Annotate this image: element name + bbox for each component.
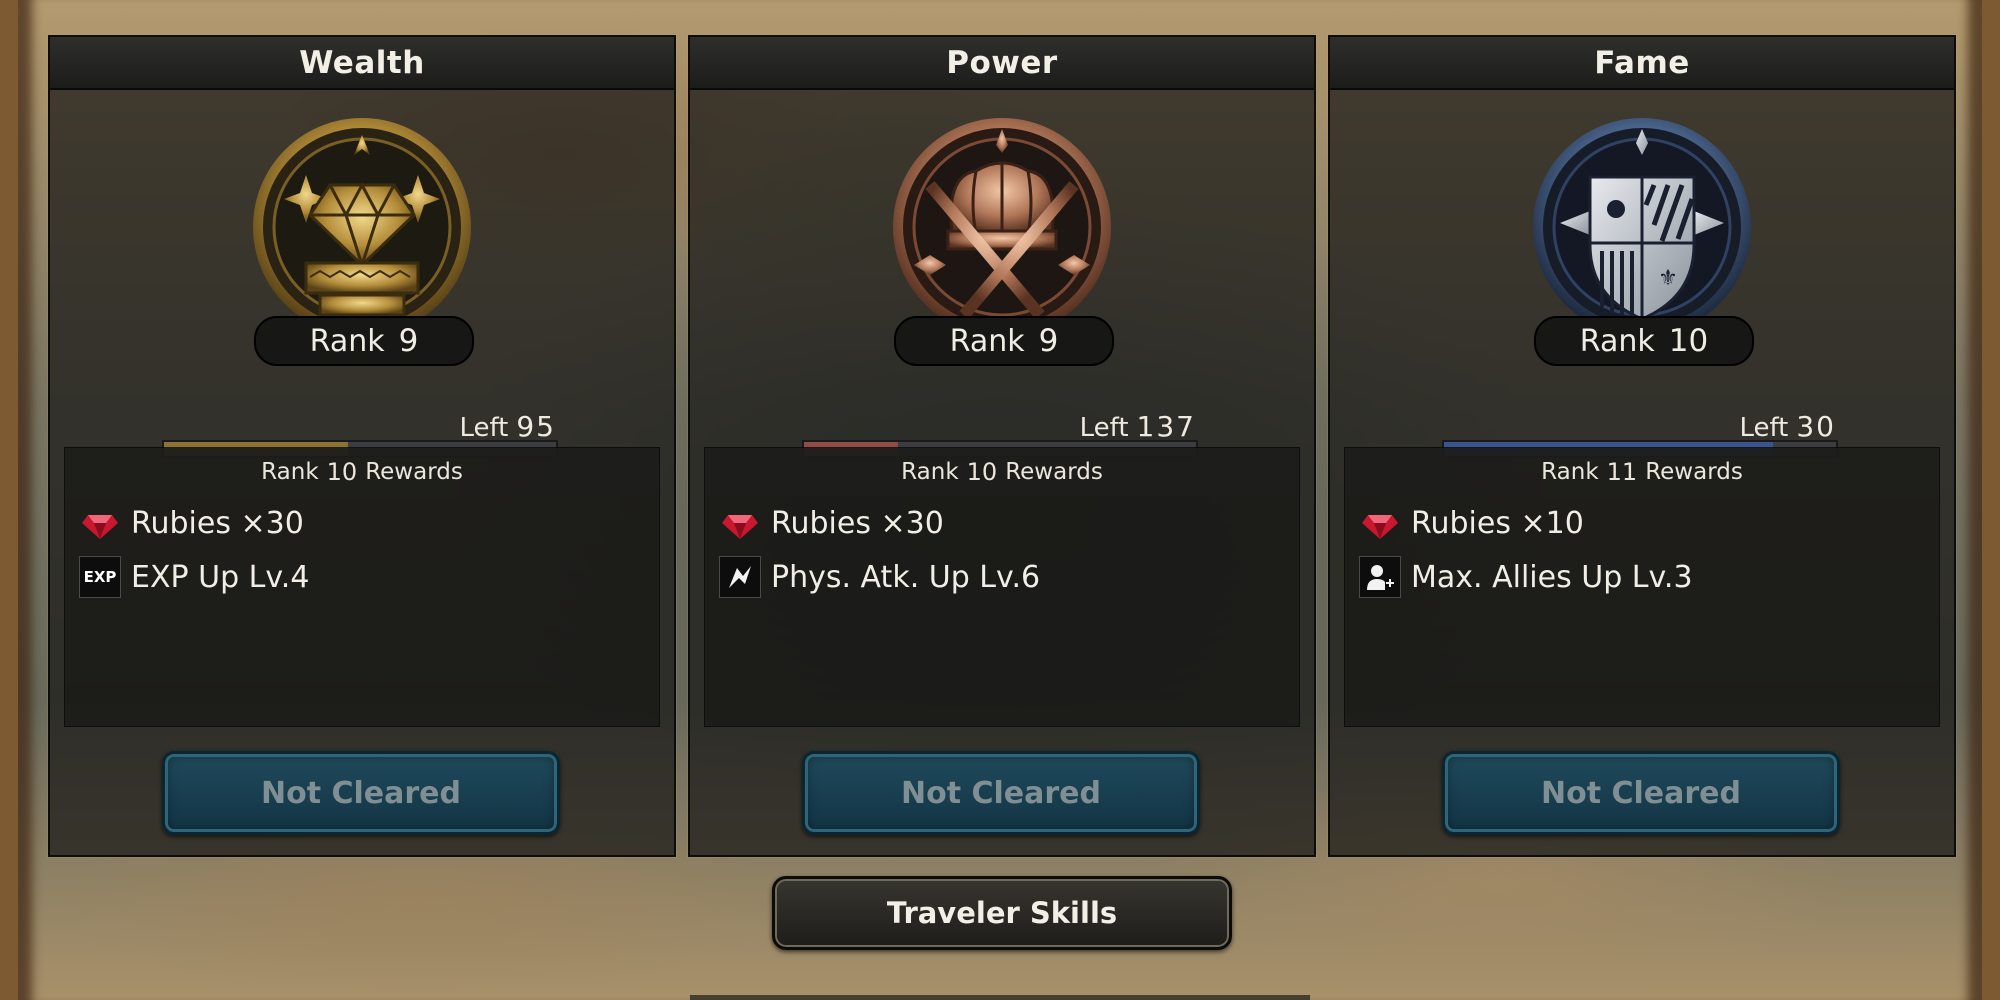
points-left: Left 95: [459, 410, 556, 443]
reward-label: Rubies ×10: [1411, 505, 1584, 541]
rank-label: Rank: [309, 323, 385, 359]
rewards-prefix: Rank: [261, 459, 319, 485]
rank-badge: Rank 9: [254, 316, 474, 366]
left-label: Left: [1739, 413, 1789, 443]
panel-title: Power: [690, 37, 1314, 90]
left-label: Left: [459, 413, 509, 443]
reward-item: EXP EXP Up Lv.4: [65, 550, 659, 604]
exp-icon: EXP: [79, 556, 121, 598]
ruby-icon: [79, 502, 121, 544]
shield-banner-icon: ⚜: [1530, 115, 1754, 339]
rank-badge: Rank 9: [894, 316, 1114, 366]
rewards-header: Rank 10 Rewards: [705, 448, 1299, 496]
ruby-icon: [719, 502, 761, 544]
rank-value: 9: [398, 323, 419, 359]
panel-fame: Fame ⚜ Rank 10 Left 30 Rank 11 Rewards R…: [1328, 35, 1956, 857]
status-button[interactable]: Not Cleared: [162, 751, 560, 835]
rewards-box: Rank 10 Rewards Rubies ×30 EXP EXP Up Lv…: [64, 447, 660, 727]
left-value: 30: [1796, 410, 1836, 443]
exp-icon-text: EXP: [79, 556, 121, 598]
points-left: Left 30: [1739, 410, 1836, 443]
left-label: Left: [1079, 413, 1129, 443]
reward-label: Rubies ×30: [771, 505, 944, 541]
ruby-icon: [1359, 502, 1401, 544]
traveler-skills-button[interactable]: Traveler Skills: [772, 876, 1232, 950]
reward-item: Rubies ×10: [1345, 496, 1939, 550]
rewards-header: Rank 10 Rewards: [65, 448, 659, 496]
left-value: 137: [1136, 410, 1196, 443]
status-button[interactable]: Not Cleared: [1442, 751, 1840, 835]
rewards-prefix: Rank: [1541, 459, 1599, 485]
add-ally-icon: [1359, 556, 1401, 598]
reward-item: Rubies ×30: [65, 496, 659, 550]
panel-power: Power Rank 9 Left 137 Rank 10 Rewards Ru…: [688, 35, 1316, 857]
rewards-prefix: Rank: [901, 459, 959, 485]
rank-label: Rank: [1579, 323, 1655, 359]
svg-text:⚜: ⚜: [1658, 266, 1678, 291]
rewards-rank: 10: [966, 458, 998, 486]
rewards-rank: 11: [1606, 458, 1638, 486]
reward-label: Rubies ×30: [131, 505, 304, 541]
rank-badge: Rank 10: [1534, 316, 1754, 366]
reward-label: EXP Up Lv.4: [131, 559, 310, 595]
rank-value: 9: [1038, 323, 1059, 359]
reward-item: Phys. Atk. Up Lv.6: [705, 550, 1299, 604]
reward-item: Max. Allies Up Lv.3: [1345, 550, 1939, 604]
rewards-box: Rank 11 Rewards Rubies ×10 Max. Allies U…: [1344, 447, 1940, 727]
reward-item: Rubies ×30: [705, 496, 1299, 550]
status-button[interactable]: Not Cleared: [802, 751, 1200, 835]
points-left: Left 137: [1080, 410, 1196, 443]
rewards-header: Rank 11 Rewards: [1345, 448, 1939, 496]
rank-label: Rank: [949, 323, 1025, 359]
reward-label: Phys. Atk. Up Lv.6: [771, 559, 1041, 595]
phys-atk-icon: [719, 556, 761, 598]
rewards-box: Rank 10 Rewards Rubies ×30 Phys. Atk. Up…: [704, 447, 1300, 727]
crown-swords-icon: [890, 115, 1114, 339]
panel-wealth: Wealth Rank 9 Left 95 Rank 10 Rewards Ru…: [48, 35, 676, 857]
reward-label: Max. Allies Up Lv.3: [1411, 559, 1693, 595]
rewards-suffix: Rewards: [1645, 459, 1743, 485]
panel-title: Fame: [1330, 37, 1954, 90]
panel-title: Wealth: [50, 37, 674, 90]
rewards-suffix: Rewards: [365, 459, 463, 485]
rewards-suffix: Rewards: [1005, 459, 1103, 485]
rewards-rank: 10: [326, 458, 358, 486]
left-value: 95: [516, 410, 556, 443]
rank-value: 10: [1668, 323, 1709, 359]
gem-crest-icon: [250, 115, 474, 339]
bottom-bar: [690, 995, 1310, 1000]
